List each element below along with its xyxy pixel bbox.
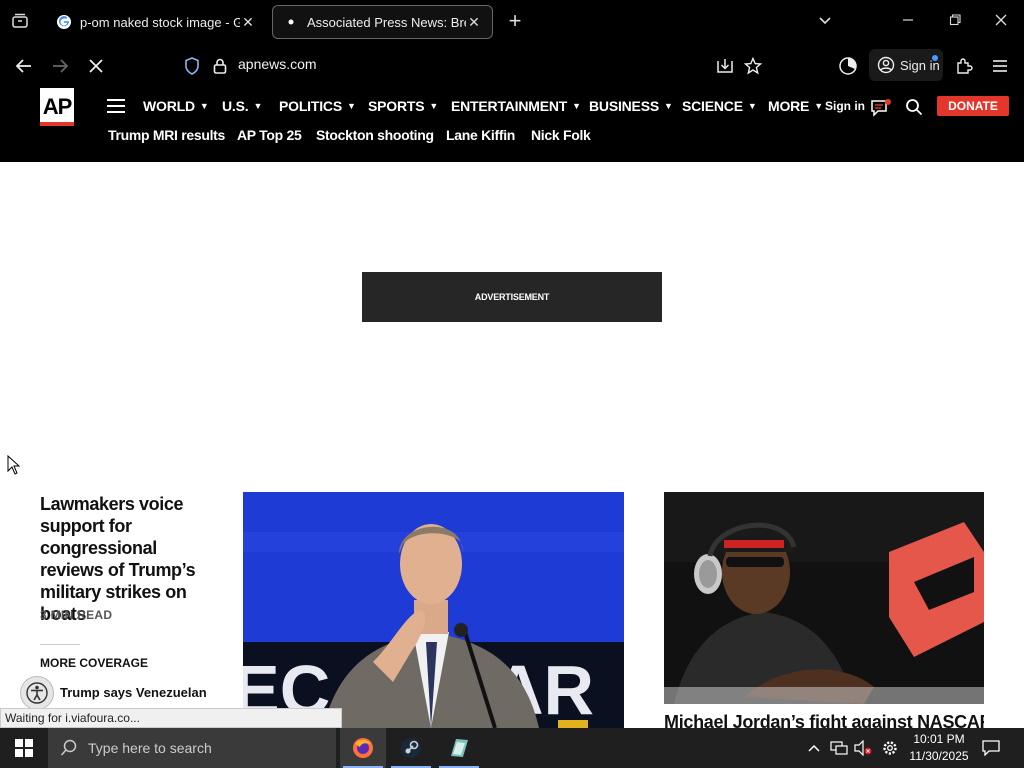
side-story-photo[interactable] [664,492,984,704]
firefox-taskbar-icon[interactable] [340,728,386,768]
save-to-pocket-icon[interactable] [712,53,738,79]
nav-us[interactable]: U.S. ▼ [222,98,262,114]
chevron-down-icon: ▼ [663,101,673,111]
divider [40,644,80,645]
ap-logo[interactable]: AP [40,88,74,126]
tab-list-icon [12,13,28,28]
windows-logo-icon [15,739,33,757]
nav-more[interactable]: MORE ▼ [768,98,823,114]
close-tab-icon[interactable]: ✕ [466,14,482,31]
lock-icon[interactable] [207,53,233,79]
clock-time: 10:01 PM [913,732,965,746]
address-bar[interactable]: apnews.com [238,56,317,72]
app-menu-icon[interactable] [987,53,1013,79]
ap-sign-in-link[interactable]: Sign in [825,99,865,113]
search-icon[interactable] [905,98,925,118]
accessibility-icon[interactable] [20,676,54,710]
tab-bar: p-om naked stock image - Goo ✕ Associate… [0,0,1024,44]
tab-list-button[interactable] [8,10,32,34]
app-taskbar-icon[interactable] [436,728,482,768]
browser-status-bar: Waiting for i.viafoura.co... [0,708,342,728]
chevron-down-icon: ▼ [572,101,581,111]
network-icon[interactable] [829,738,849,758]
comments-icon[interactable] [870,98,891,118]
minimize-button[interactable] [893,10,923,34]
restore-button[interactable] [940,10,970,34]
ap-logo-red-bar [40,122,74,126]
close-window-button[interactable] [986,10,1016,34]
advertisement-banner[interactable]: ADVERTISEMENT [362,272,662,322]
chevron-down-icon: ▼ [747,101,757,111]
tab-ap-news[interactable]: Associated Press News: Breakin ✕ [272,5,493,39]
advertisement-label: ADVERTISEMENT [474,292,550,302]
search-icon [60,739,77,756]
ap-logo-text: AP [42,94,73,119]
trending-link[interactable]: Lane Kiffin [446,127,515,143]
read-time-label: 3 MIN READ [40,608,113,622]
browser-chrome: p-om naked stock image - Goo ✕ Associate… [0,0,1024,88]
taskbar-search-placeholder: Type here to search [88,740,212,756]
windows-start-button[interactable] [0,728,48,768]
tab-overflow-chevron-icon[interactable] [810,10,840,34]
lead-story-headline[interactable]: Lawmakers voice support for congressiona… [40,493,220,625]
browser-sign-in-button[interactable]: Sign in [869,49,943,81]
volume-muted-icon[interactable] [853,738,873,758]
tab-title: p-om naked stock image - Goo [80,14,240,30]
stop-loading-icon[interactable] [83,53,109,79]
bookmark-star-icon[interactable] [740,53,766,79]
tray-chevron-up-icon[interactable] [804,738,824,758]
chevron-down-icon: ▼ [199,101,209,111]
close-tab-icon[interactable]: ✕ [240,14,256,31]
ap-site-header: AP WORLD ▼ U.S. ▼ POLITICS ▼ SPORTS ▼ ENTERT… [0,88,1024,162]
tab-title: Associated Press News: Breakin [307,14,466,30]
tab-google-search[interactable]: p-om naked stock image - Goo ✕ [46,5,266,39]
new-tab-button[interactable]: + [503,10,527,34]
steam-taskbar-icon[interactable] [388,728,434,768]
nav-politics[interactable]: POLITICS ▼ [279,98,356,114]
more-coverage-label: MORE COVERAGE [40,656,149,670]
donate-button[interactable]: DONATE [937,96,1009,116]
chevron-down-icon: ▼ [253,101,263,111]
nav-business[interactable]: BUSINESS ▼ [589,98,673,114]
forward-arrow-icon[interactable] [47,53,73,79]
trending-link[interactable]: Nick Folk [531,127,591,143]
extensions-puzzle-icon[interactable] [951,53,977,79]
back-arrow-icon[interactable] [11,53,37,79]
trending-link[interactable]: Stockton shooting [316,127,434,143]
nav-sports[interactable]: SPORTS ▼ [368,98,438,114]
clock-date: 11/30/2025 [909,749,969,763]
lead-story-photo[interactable]: EC AR [243,492,624,728]
notification-dot-icon [932,55,938,61]
nav-entertainment[interactable]: ENTERTAINMENT ▼ [451,98,581,114]
loading-dot-icon [283,14,299,30]
taskbar-clock[interactable]: 10:01 PM 11/30/2025 [900,731,978,765]
mouse-cursor-icon [7,455,21,475]
account-icon [877,56,895,74]
hamburger-menu-icon[interactable] [107,99,125,113]
google-icon [56,14,72,30]
chevron-down-icon: ▼ [429,101,439,111]
taskbar-search-box[interactable]: Type here to search [48,728,336,768]
nav-world[interactable]: WORLD ▼ [143,98,209,114]
trending-link[interactable]: AP Top 25 [237,127,302,143]
notifications-icon[interactable] [981,738,1001,758]
settings-gear-icon[interactable] [880,738,900,758]
windows-taskbar: Type here to search 10:01 PM 11/30/2025 [0,728,1024,768]
nav-science[interactable]: SCIENCE ▼ [682,98,757,114]
chevron-down-icon: ▼ [814,101,823,111]
tracking-protection-shield-icon[interactable] [179,53,205,79]
history-clock-icon[interactable] [835,53,861,79]
chevron-down-icon: ▼ [346,101,356,111]
sub-story-link[interactable]: Trump says Venezuelan [60,684,220,701]
trending-link[interactable]: Trump MRI results [108,127,225,143]
